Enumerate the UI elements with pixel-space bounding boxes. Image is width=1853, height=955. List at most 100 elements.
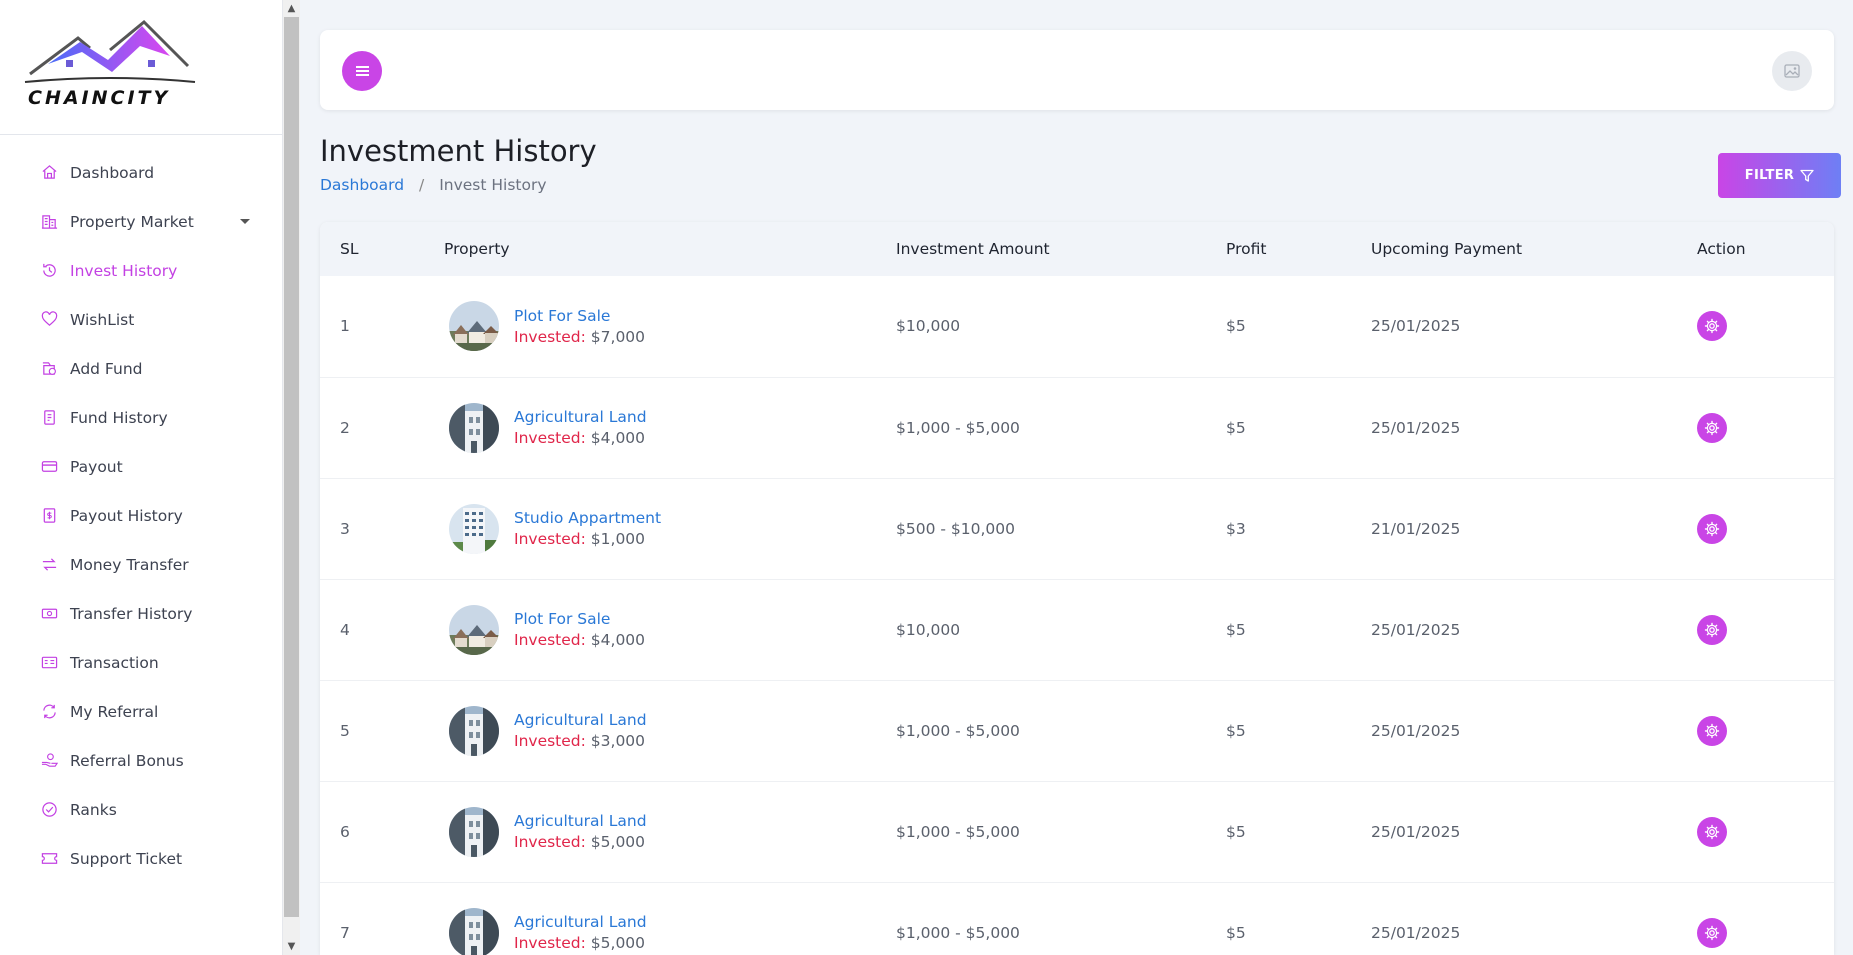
cell-property: Agricultural Land Invested: $4,000 xyxy=(444,377,896,479)
receipt-icon xyxy=(40,654,58,672)
heart-icon xyxy=(40,311,58,329)
cell-property: Studio Appartment Invested: $1,000 xyxy=(444,478,896,580)
table-header-row: SL Property Investment Amount Profit Upc… xyxy=(320,222,1834,276)
cell-investment-amount: $10,000 xyxy=(896,276,1226,378)
sidebar-item-label: Payout History xyxy=(70,506,183,525)
invested-label: Invested: xyxy=(514,833,586,851)
table-row: 1 Plot For Sale Invested: $7,000 $10,000… xyxy=(320,276,1834,378)
cell-action xyxy=(1697,377,1834,479)
gear-icon[interactable] xyxy=(1697,917,1727,948)
filter-icon xyxy=(1800,169,1814,182)
house-logo-icon xyxy=(24,19,196,83)
payout-history-icon xyxy=(40,507,58,525)
cell-investment-amount: $1,000 - $5,000 xyxy=(896,781,1226,883)
table-row: 3 Studio Appartment Invested: $1,000 $50… xyxy=(320,478,1834,580)
sidebar-item-add-fund[interactable]: Add Fund xyxy=(0,344,282,393)
scroll-up-arrow-icon[interactable]: ▲ xyxy=(283,0,300,17)
fund-history-icon xyxy=(40,409,58,427)
badge-icon xyxy=(40,801,58,819)
cell-property: Agricultural Land Invested: $5,000 xyxy=(444,781,896,883)
cell-profit: $5 xyxy=(1226,680,1371,782)
property-link[interactable]: Agricultural Land xyxy=(514,408,647,426)
filter-button[interactable]: FILTER xyxy=(1718,153,1841,198)
property-link[interactable]: Studio Appartment xyxy=(514,509,661,527)
cell-investment-amount: $1,000 - $5,000 xyxy=(896,377,1226,479)
property-thumbnail xyxy=(449,402,499,453)
invested-value: $4,000 xyxy=(590,429,646,447)
sidebar: CHAINCITY Dashboard Property Market Invest… xyxy=(0,0,283,955)
sidebar-item-wishlist[interactable]: WishList xyxy=(0,295,282,344)
sidebar-nav: Dashboard Property Market Invest History Wi… xyxy=(0,135,282,883)
sidebar-item-property-market[interactable]: Property Market xyxy=(0,197,282,246)
refresh-icon xyxy=(40,703,58,721)
gear-icon[interactable] xyxy=(1697,412,1727,443)
invested-amount: Invested: $4,000 xyxy=(514,429,645,447)
invested-value: $3,000 xyxy=(590,732,646,750)
table-row: 6 Agricultural Land Invested: $5,000 $1,… xyxy=(320,781,1834,883)
sidebar-item-invest-history[interactable]: Invest History xyxy=(0,246,282,295)
sidebar-item-referral-bonus[interactable]: Referral Bonus xyxy=(0,736,282,785)
property-link[interactable]: Agricultural Land xyxy=(514,812,647,830)
sidebar-item-dashboard[interactable]: Dashboard xyxy=(0,148,282,197)
invested-value: $5,000 xyxy=(590,934,646,952)
column-header-property: Property xyxy=(444,240,510,258)
sidebar-item-money-transfer[interactable]: Money Transfer xyxy=(0,540,282,589)
invested-amount: Invested: $7,000 xyxy=(514,328,645,346)
table-row: 2 Agricultural Land Invested: $4,000 $1,… xyxy=(320,377,1834,479)
gear-icon[interactable] xyxy=(1697,614,1727,645)
chevron-down-icon[interactable] xyxy=(240,219,250,224)
gear-icon[interactable] xyxy=(1697,311,1727,342)
gear-icon[interactable] xyxy=(1697,816,1727,847)
investment-table: SL Property Investment Amount Profit Upc… xyxy=(320,222,1834,955)
cell-action xyxy=(1697,579,1834,681)
menu-toggle-button[interactable] xyxy=(342,51,382,91)
column-header-action: Action xyxy=(1697,240,1746,258)
card-icon xyxy=(40,458,58,476)
breadcrumb-current: Invest History xyxy=(439,176,547,194)
property-link[interactable]: Plot For Sale xyxy=(514,307,645,325)
gear-icon[interactable] xyxy=(1697,513,1727,544)
sidebar-item-my-referral[interactable]: My Referral xyxy=(0,687,282,736)
invested-value: $4,000 xyxy=(590,631,646,649)
cell-action xyxy=(1697,680,1834,782)
cell-upcoming-payment: 25/01/2025 xyxy=(1371,680,1697,782)
cell-action xyxy=(1697,478,1834,580)
user-avatar[interactable] xyxy=(1772,51,1812,91)
sidebar-item-ranks[interactable]: Ranks xyxy=(0,785,282,834)
invested-amount: Invested: $1,000 xyxy=(514,530,645,548)
cell-action xyxy=(1697,781,1834,883)
cell-action xyxy=(1697,276,1834,378)
invested-label: Invested: xyxy=(514,429,586,447)
invested-label: Invested: xyxy=(514,934,586,952)
scroll-thumb[interactable] xyxy=(284,17,299,917)
sidebar-item-fund-history[interactable]: Fund History xyxy=(0,393,282,442)
invested-amount: Invested: $4,000 xyxy=(514,631,645,649)
cell-investment-amount: $1,000 - $5,000 xyxy=(896,680,1226,782)
gear-icon[interactable] xyxy=(1697,715,1727,746)
sidebar-item-label: Transfer History xyxy=(70,604,193,623)
property-link[interactable]: Agricultural Land xyxy=(514,913,647,931)
cell-investment-amount: $500 - $10,000 xyxy=(896,478,1226,580)
logo[interactable]: CHAINCITY xyxy=(0,0,282,135)
invested-label: Invested: xyxy=(514,732,586,750)
cell-upcoming-payment: 25/01/2025 xyxy=(1371,781,1697,883)
sidebar-scrollbar[interactable]: ▲ ▼ xyxy=(283,0,300,955)
scroll-down-arrow-icon[interactable]: ▼ xyxy=(283,938,300,955)
home-icon xyxy=(40,164,58,182)
ticket-icon xyxy=(40,850,58,868)
sidebar-item-transaction[interactable]: Transaction xyxy=(0,638,282,687)
transfer-icon xyxy=(40,556,58,574)
sidebar-item-label: WishList xyxy=(70,310,135,329)
property-link[interactable]: Plot For Sale xyxy=(514,610,645,628)
sidebar-item-payout-history[interactable]: Payout History xyxy=(0,491,282,540)
column-header-sl: SL xyxy=(340,240,359,258)
sidebar-item-support-ticket[interactable]: Support Ticket xyxy=(0,834,282,883)
sidebar-item-transfer-history[interactable]: Transfer History xyxy=(0,589,282,638)
property-link[interactable]: Agricultural Land xyxy=(514,711,647,729)
property-thumbnail xyxy=(449,301,499,352)
property-thumbnail xyxy=(449,705,499,756)
invested-label: Invested: xyxy=(514,327,586,346)
cell-profit: $5 xyxy=(1226,377,1371,479)
breadcrumb-home-link[interactable]: Dashboard xyxy=(320,176,404,194)
sidebar-item-payout[interactable]: Payout xyxy=(0,442,282,491)
